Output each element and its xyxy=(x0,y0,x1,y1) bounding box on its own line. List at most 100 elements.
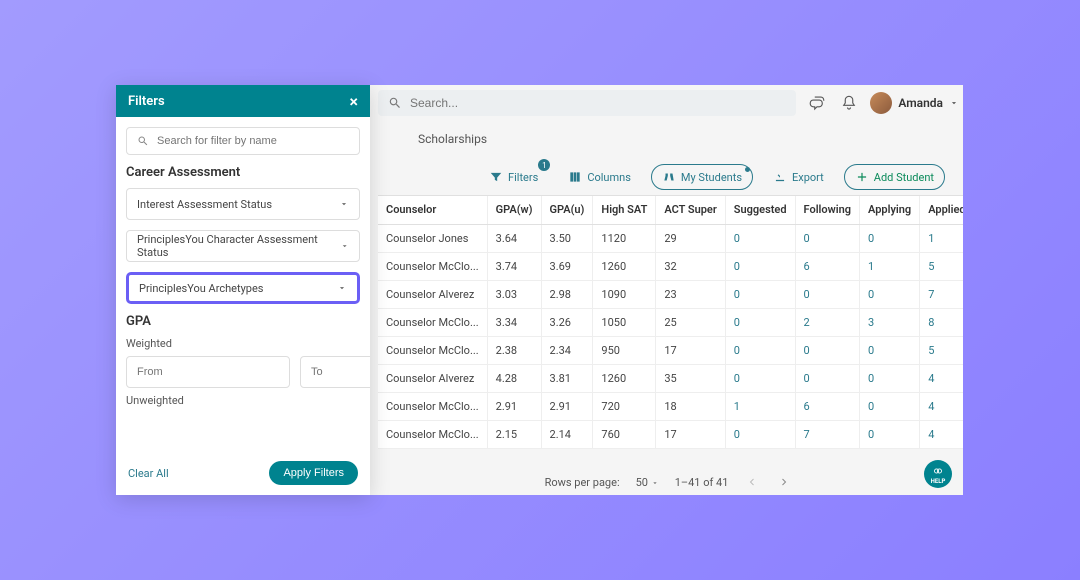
my-students-button[interactable]: My Students xyxy=(651,164,753,190)
tab-scholarships[interactable]: Scholarships xyxy=(418,132,487,146)
columns-button[interactable]: Columns xyxy=(558,164,641,190)
table-cell[interactable]: 7 xyxy=(795,420,859,448)
table-row[interactable]: Counselor McClo...2.912.917201816043 yea… xyxy=(378,392,963,420)
table-cell[interactable]: 5 xyxy=(920,252,963,280)
column-header[interactable]: High SAT xyxy=(593,196,656,224)
table-cell[interactable]: 3 xyxy=(860,308,920,336)
table-cell: 1260 xyxy=(593,252,656,280)
table-cell[interactable]: 0 xyxy=(725,308,795,336)
column-header[interactable]: ACT Super xyxy=(656,196,725,224)
download-icon xyxy=(773,170,787,184)
close-icon[interactable]: × xyxy=(350,92,359,111)
table-cell: 3.69 xyxy=(541,252,593,280)
table-cell: 3.50 xyxy=(541,224,593,252)
table-cell[interactable]: 0 xyxy=(725,420,795,448)
filter-search-input[interactable] xyxy=(157,135,349,147)
table-cell: 2.91 xyxy=(487,392,541,420)
messages-icon[interactable] xyxy=(806,92,828,114)
section-career-assessment: Career Assessment xyxy=(126,165,360,180)
table-cell[interactable]: 0 xyxy=(860,392,920,420)
apply-filters-button[interactable]: Apply Filters xyxy=(269,461,358,485)
table-cell[interactable]: 1 xyxy=(725,392,795,420)
filters-header: Filters × xyxy=(116,85,370,117)
table-cell: 3.03 xyxy=(487,280,541,308)
table-row[interactable]: Counselor McClo...3.743.6912603206155 ye… xyxy=(378,252,963,280)
table-cell[interactable]: 0 xyxy=(795,364,859,392)
next-page[interactable] xyxy=(776,474,792,490)
table-cell: Counselor McClo... xyxy=(378,336,487,364)
table-row[interactable]: Counselor McClo...2.382.349501700055 yea… xyxy=(378,336,963,364)
table-cell[interactable]: 0 xyxy=(725,224,795,252)
prev-page[interactable] xyxy=(744,474,760,490)
column-header[interactable]: Counselor xyxy=(378,196,487,224)
table-cell[interactable]: 5 xyxy=(920,336,963,364)
help-fab[interactable]: HELP xyxy=(924,460,952,488)
table-cell[interactable]: 0 xyxy=(725,364,795,392)
table-cell[interactable]: 7 xyxy=(920,280,963,308)
search-box[interactable] xyxy=(378,90,796,116)
clear-all-button[interactable]: Clear All xyxy=(128,467,169,480)
table-cell[interactable]: 0 xyxy=(860,364,920,392)
column-header[interactable]: Following xyxy=(795,196,859,224)
table-cell: 2.14 xyxy=(541,420,593,448)
interest-assessment-status-dropdown[interactable]: Interest Assessment Status xyxy=(126,188,360,220)
table-cell[interactable]: 0 xyxy=(795,224,859,252)
table-cell[interactable]: 4 xyxy=(920,392,963,420)
table-cell: 23 xyxy=(656,280,725,308)
table-cell: 17 xyxy=(656,420,725,448)
table-cell[interactable]: 1 xyxy=(920,224,963,252)
table-row[interactable]: Counselor Alverez3.032.9810902300075 yea… xyxy=(378,280,963,308)
table-cell: 25 xyxy=(656,308,725,336)
table-cell[interactable]: 8 xyxy=(920,308,963,336)
topbar: Amanda xyxy=(378,90,959,116)
table-cell[interactable]: 0 xyxy=(725,252,795,280)
rows-per-page-select[interactable]: 50 xyxy=(636,476,659,489)
table-row[interactable]: Counselor McClo...2.152.147601707045 yea… xyxy=(378,420,963,448)
column-header[interactable]: Applying xyxy=(860,196,920,224)
table-row[interactable]: Counselor Alverez4.283.8112603500045 yea… xyxy=(378,364,963,392)
table-cell[interactable]: 2 xyxy=(795,308,859,336)
search-input[interactable] xyxy=(410,96,786,110)
column-header[interactable]: Suggested xyxy=(725,196,795,224)
table-cell[interactable]: 0 xyxy=(860,280,920,308)
table-cell[interactable]: 6 xyxy=(795,252,859,280)
table-cell: 950 xyxy=(593,336,656,364)
weighted-to-input[interactable] xyxy=(300,356,370,388)
table-cell: 1120 xyxy=(593,224,656,252)
table-cell[interactable]: 0 xyxy=(860,224,920,252)
table-cell: 2.38 xyxy=(487,336,541,364)
table-cell[interactable]: 4 xyxy=(920,364,963,392)
binoculars-icon xyxy=(662,170,676,184)
table-cell[interactable]: 6 xyxy=(795,392,859,420)
toolbar: Filters 1 Columns My Students Export Add… xyxy=(378,158,959,196)
column-header[interactable]: GPA(u) xyxy=(541,196,593,224)
weighted-from-input[interactable] xyxy=(126,356,290,388)
table-cell[interactable]: 0 xyxy=(725,336,795,364)
add-student-button[interactable]: Add Student xyxy=(844,164,945,190)
table-cell[interactable]: 0 xyxy=(795,336,859,364)
filters-body: Career Assessment Interest Assessment St… xyxy=(116,117,370,451)
filter-search[interactable] xyxy=(126,127,360,155)
search-icon xyxy=(388,96,402,110)
principlesyou-archetypes-dropdown[interactable]: PrinciplesYou Archetypes xyxy=(126,272,360,304)
export-button[interactable]: Export xyxy=(763,164,834,190)
bell-icon[interactable] xyxy=(838,92,860,114)
column-header[interactable]: Applied xyxy=(920,196,963,224)
table-cell[interactable]: 1 xyxy=(860,252,920,280)
principlesyou-character-status-dropdown[interactable]: PrinciplesYou Character Assessment Statu… xyxy=(126,230,360,262)
table-cell: 1260 xyxy=(593,364,656,392)
user-name: Amanda xyxy=(898,96,943,110)
filters-panel: Filters × Career Assessment Interest Ass… xyxy=(116,85,370,495)
table-cell[interactable]: 0 xyxy=(795,280,859,308)
table-cell[interactable]: 0 xyxy=(860,336,920,364)
table-cell[interactable]: 0 xyxy=(725,280,795,308)
table-row[interactable]: Counselor McClo...3.343.2610502502385 ye… xyxy=(378,308,963,336)
table-row[interactable]: Counselor Jones3.643.5011202900015 years… xyxy=(378,224,963,252)
user-menu[interactable]: Amanda xyxy=(870,92,959,114)
filters-footer: Clear All Apply Filters xyxy=(116,451,370,495)
table-cell[interactable]: 0 xyxy=(860,420,920,448)
filters-button[interactable]: Filters 1 xyxy=(479,164,548,190)
pagination-range: 1–41 of 41 xyxy=(675,476,729,489)
column-header[interactable]: GPA(w) xyxy=(487,196,541,224)
table-cell[interactable]: 4 xyxy=(920,420,963,448)
